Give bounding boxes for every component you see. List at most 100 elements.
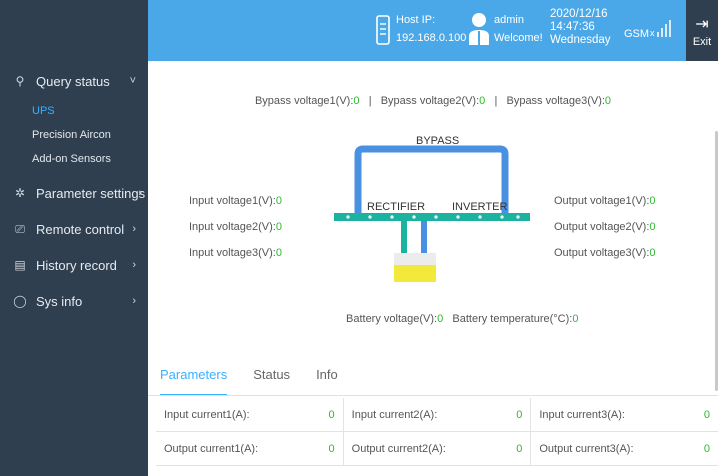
info-icon: ◯ xyxy=(13,294,27,308)
search-icon: ⚲ xyxy=(15,74,25,88)
output-voltage1: Output voltage1(V):0 xyxy=(554,195,656,207)
tab-status[interactable]: Status xyxy=(253,367,290,396)
nav-remote-control[interactable]: ⎚ Remote control › xyxy=(0,211,148,247)
output-voltage2-value: 0 xyxy=(649,221,656,233)
input-voltage3-value: 0 xyxy=(275,247,282,259)
ups-flow-diagram xyxy=(334,145,530,282)
server-icon xyxy=(376,15,390,45)
battery-line-right xyxy=(421,221,427,253)
cell-value: 0 xyxy=(516,408,523,421)
host-ip: 192.168.0.100 xyxy=(396,32,467,44)
input-voltage1: Input voltage1(V):0 xyxy=(189,195,282,207)
tab-info[interactable]: Info xyxy=(316,367,338,396)
cell-label: Output current1(A): xyxy=(164,442,259,455)
tabs-divider xyxy=(148,395,718,396)
cell-label: Input current2(A): xyxy=(351,408,438,421)
top-bar: Host IP: 192.168.0.100 admin Welcome! 20… xyxy=(148,0,686,61)
cell-label: Output current2(A): xyxy=(351,442,446,455)
host-label: Host IP: xyxy=(396,14,436,26)
signal-label: GSM xyxy=(624,28,650,40)
battery-readings: Battery voltage(V):0 Battery temperature… xyxy=(346,313,578,325)
main-content: Bypass voltage1(V):0 | Bypass voltage2(V… xyxy=(148,61,718,476)
table-row: Input current1(A): 0 Input current2(A): 0 … xyxy=(156,398,718,432)
parameters-table: Input current1(A): 0 Input current2(A): 0 … xyxy=(156,398,718,466)
input-voltage1-value: 0 xyxy=(275,195,282,207)
table-cell: Output current1(A): 0 xyxy=(156,432,344,465)
input-voltage2-label: Input voltage2(V): xyxy=(189,221,276,233)
table-cell: Input current3(A): 0 xyxy=(531,398,718,431)
datetime: 2020/12/16 14:47:36 Wednesday xyxy=(550,8,611,47)
nav-label: History record xyxy=(36,257,117,273)
table-cell: Input current1(A): 0 xyxy=(156,398,344,431)
sub-item-addon-sensors[interactable]: Add-on Sensors xyxy=(0,147,148,171)
cell-value: 0 xyxy=(516,442,523,455)
date-text: 2020/12/16 xyxy=(550,8,608,20)
cell-value: 0 xyxy=(703,442,711,455)
gear-icon: ✲ xyxy=(14,186,26,200)
chevron-right-icon: › xyxy=(132,223,136,235)
welcome-text: Welcome! xyxy=(494,32,543,44)
input-voltage3-label: Input voltage3(V): xyxy=(189,247,276,259)
exit-button[interactable]: ⇥ Exit xyxy=(686,0,718,61)
cell-value: 0 xyxy=(328,442,335,455)
table-cell: Input current2(A): 0 xyxy=(344,398,532,431)
inverter-label: INVERTER xyxy=(452,201,508,213)
sidebar: ⚲ Query status ˅ UPS Precision Aircon Ad… xyxy=(0,0,148,476)
svg-text:x: x xyxy=(650,28,655,38)
table-cell: Output current2(A): 0 xyxy=(344,432,532,465)
battery-voltage-value: 0 xyxy=(437,313,444,325)
nav-history-record[interactable]: ▤ History record › xyxy=(0,247,148,283)
sub-item-precision-aircon[interactable]: Precision Aircon xyxy=(0,123,148,147)
user-info: admin Welcome! xyxy=(494,13,543,45)
nav-label: Sys info xyxy=(36,293,83,309)
nav-query-status[interactable]: ⚲ Query status ˅ xyxy=(0,63,148,99)
battery-line-left xyxy=(401,221,407,253)
exit-icon: ⇥ xyxy=(695,16,709,33)
output-voltage3: Output voltage3(V):0 xyxy=(554,247,656,259)
user-name: admin xyxy=(494,14,524,26)
battery-voltage-label: Battery voltage(V): xyxy=(346,313,438,325)
tab-parameters[interactable]: Parameters xyxy=(160,367,228,396)
nav-label: Parameter settings xyxy=(36,185,146,201)
output-voltage3-value: 0 xyxy=(649,247,656,259)
user-icon xyxy=(469,13,489,45)
output-voltage3-label: Output voltage3(V): xyxy=(554,247,650,259)
battery-temperature-label: Battery temperature(°C): xyxy=(452,313,573,325)
output-voltage1-label: Output voltage1(V): xyxy=(554,195,650,207)
cell-value: 0 xyxy=(703,408,711,421)
signal-strength-icon: x xyxy=(650,20,671,38)
nav-sys-info[interactable]: ◯ Sys info › xyxy=(0,283,148,319)
cell-label: Input current3(A): xyxy=(539,408,625,421)
time-text: 14:47:36 xyxy=(550,21,595,33)
chevron-down-icon: ˅ xyxy=(129,75,136,87)
battery-top xyxy=(394,253,436,265)
nav-parameter-settings[interactable]: ✲ Parameter settings › xyxy=(0,175,148,211)
output-voltage1-value: 0 xyxy=(649,195,656,207)
sidebar-header xyxy=(0,0,148,61)
table-cell: Output current3(A): 0 xyxy=(531,432,718,465)
battery-icon xyxy=(394,265,436,282)
rectifier-label: RECTIFIER xyxy=(367,201,426,213)
chevron-right-icon: › xyxy=(138,187,142,199)
sub-item-ups[interactable]: UPS xyxy=(0,99,148,123)
input-voltage2-value: 0 xyxy=(275,221,282,233)
nav-label: Remote control xyxy=(36,221,125,237)
nav-label: Query status xyxy=(36,73,110,89)
tab-bar: Parameters Status Info xyxy=(160,367,338,396)
bypass-label: BYPASS xyxy=(416,135,460,147)
chevron-right-icon: › xyxy=(132,295,136,307)
clipboard-icon: ▤ xyxy=(14,258,26,272)
output-voltage2-label: Output voltage2(V): xyxy=(554,221,650,233)
input-voltage3: Input voltage3(V):0 xyxy=(189,247,282,259)
cell-label: Output current3(A): xyxy=(539,442,634,455)
monitor-icon: ⎚ xyxy=(15,221,25,236)
battery-temperature-value: 0 xyxy=(572,313,579,325)
cell-value: 0 xyxy=(328,408,335,421)
input-voltage2: Input voltage2(V):0 xyxy=(189,221,282,233)
host-info: Host IP: 192.168.0.100 xyxy=(396,13,466,45)
input-voltage1-label: Input voltage1(V): xyxy=(189,195,276,207)
table-row: Output current1(A): 0 Output current2(A):… xyxy=(156,432,718,466)
exit-label: Exit xyxy=(692,36,712,48)
cell-label: Input current1(A): xyxy=(164,408,250,421)
output-voltage2: Output voltage2(V):0 xyxy=(554,221,656,233)
